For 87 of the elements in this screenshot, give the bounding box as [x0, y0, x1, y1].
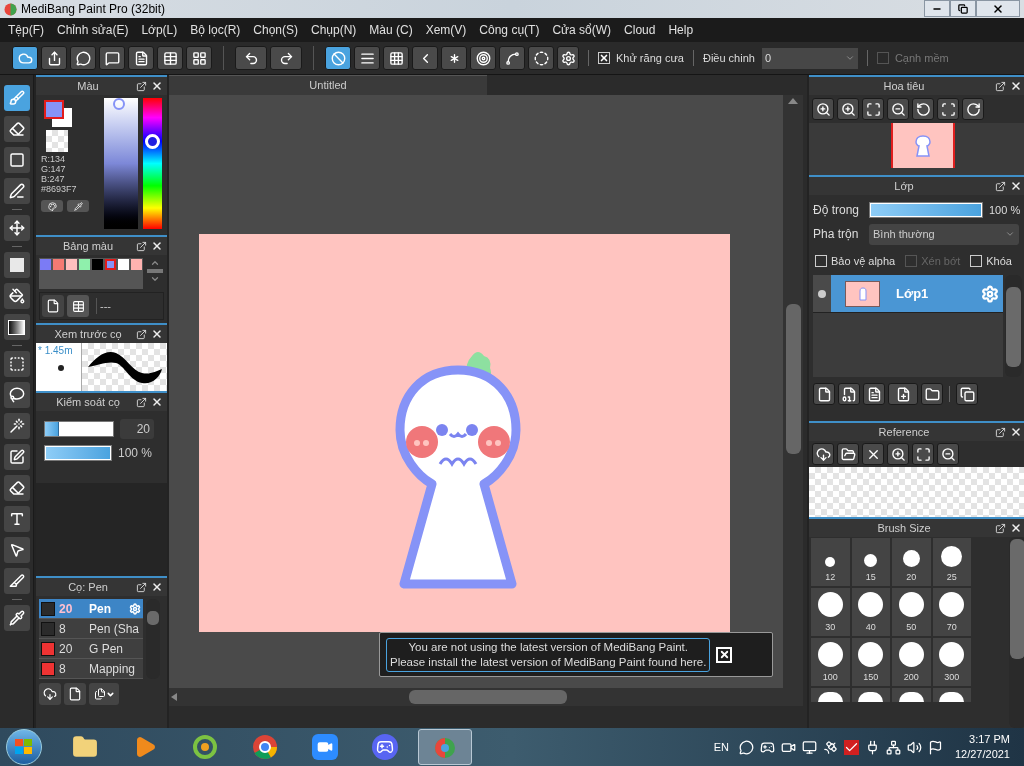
- soft-edge-label: Cạnh mềm: [894, 50, 949, 66]
- clock-date: 12/27/2021: [954, 747, 1010, 762]
- brush-size-label: 8: [59, 620, 67, 638]
- blend-mode-value: Bình thường: [873, 226, 936, 242]
- brush-size-label: 12: [825, 570, 836, 584]
- channel-value: R:134: [41, 154, 67, 164]
- brush-name: Pen: [89, 600, 112, 618]
- brush-size-label: 40: [865, 620, 876, 634]
- menu-item[interactable]: Tệp(F): [8, 21, 44, 39]
- menu-item[interactable]: Help: [668, 21, 694, 39]
- channel-value: B:247: [41, 174, 66, 184]
- correction-value: 0: [764, 50, 773, 66]
- notice-message[interactable]: You are not using the latest version of MediBang Paint. Please install the latest version of MediBang Paint found here.: [386, 637, 711, 672]
- brush-name: Pen (Sha: [89, 620, 141, 638]
- menu-item[interactable]: Chỉnh sửa(E): [57, 21, 129, 39]
- menu-item[interactable]: Cloud: [624, 21, 656, 39]
- brush-list-item[interactable]: 20 G Pen: [39, 639, 143, 659]
- panel-title: Brush Size: [876, 522, 932, 534]
- brush-list-item[interactable]: 8 Pen (Sha: [39, 619, 143, 639]
- brush-size-cell[interactable]: 40: [851, 588, 890, 636]
- brush-size-cell[interactable]: 70: [932, 588, 971, 636]
- menu-item[interactable]: Xem(V): [425, 21, 467, 39]
- blend-mode-dropdown[interactable]: Bình thường: [869, 223, 1019, 245]
- menu-item[interactable]: Lớp(L): [141, 21, 178, 39]
- menu-item[interactable]: Màu (C): [369, 21, 413, 39]
- brush-size-cell[interactable]: 25: [932, 538, 971, 586]
- layer-option-label: Bảo vệ alpha: [831, 253, 896, 269]
- panel-title: Cọ: Pen: [67, 581, 109, 593]
- clock-time: 3:17 PM: [969, 732, 1010, 747]
- menu-item[interactable]: Chụp(N): [311, 21, 357, 39]
- menu-item[interactable]: Bộ lọc(R): [190, 21, 241, 39]
- opacity-label: Độ trong: [813, 202, 861, 219]
- brush-list-item[interactable]: 8 Mapping: [39, 659, 143, 679]
- panel-title: Lớp: [893, 180, 915, 192]
- brush-name: Mapping: [89, 660, 137, 678]
- layer-option-label: Khóa: [986, 253, 1012, 269]
- brush-opacity-value: 100 %: [118, 445, 153, 462]
- channel-value: G:147: [41, 164, 67, 174]
- hex-value: #8693F7: [41, 184, 78, 194]
- correction-field[interactable]: 0: [761, 47, 858, 69]
- brush-size-cell[interactable]: 12: [811, 538, 850, 586]
- clock[interactable]: 3:17 PM 12/27/2021: [954, 732, 1010, 762]
- brush-size-label: 200: [903, 670, 919, 684]
- panel-title: Kiểm soát cọ: [55, 396, 121, 408]
- antialias-label: Khử răng cưa: [616, 50, 684, 66]
- palette-name: ---: [96, 297, 111, 315]
- panel-title: Bảng màu: [61, 240, 115, 252]
- panel-title: Xem trước cọ: [53, 328, 123, 340]
- layer-name: Lớp1: [896, 284, 930, 303]
- brush-size-label: 8: [59, 660, 67, 678]
- brush-size-label: 150: [863, 670, 879, 684]
- brush-size-cell[interactable]: 300: [932, 638, 971, 686]
- brush-size-label: 30: [825, 620, 836, 634]
- panel-title: Reference: [877, 426, 931, 438]
- menu-item[interactable]: Công cụ(T): [479, 21, 540, 39]
- blend-label: Pha trộn: [813, 226, 860, 243]
- brush-size-label: 100: [822, 670, 838, 684]
- brush-size-cell[interactable]: 30: [811, 588, 850, 636]
- brush-size-label: 70: [946, 620, 957, 634]
- correction-label: Điều chinh: [702, 50, 755, 66]
- brush-name: G Pen: [89, 640, 125, 658]
- notice-text: Please install the latest version of MediBang Paint found here.: [390, 654, 707, 670]
- window-title: MediBang Paint Pro (32bit): [21, 3, 166, 15]
- brush-size-cell[interactable]: 15: [851, 538, 890, 586]
- opacity-value: 100 %: [989, 202, 1021, 218]
- document-tab[interactable]: Untitled: [169, 75, 487, 95]
- brush-size-cell[interactable]: 150: [851, 638, 890, 686]
- menu-item[interactable]: Cửa sổ(W): [552, 21, 612, 39]
- language-indicator[interactable]: EN: [713, 738, 729, 756]
- brush-size-label: 50: [906, 620, 917, 634]
- brush-size-cell[interactable]: 100: [811, 638, 850, 686]
- brush-size-cell[interactable]: 20: [892, 538, 931, 586]
- brush-size-cell[interactable]: 50: [892, 588, 931, 636]
- brush-size-label: 20: [59, 640, 74, 658]
- brush-size-label: 15: [865, 570, 876, 584]
- brush-size-label: 20: [906, 570, 917, 584]
- panel-title: Màu: [76, 80, 100, 92]
- brush-list-item[interactable]: 20 Pen: [39, 599, 143, 619]
- brush-size-cell[interactable]: 200: [892, 638, 931, 686]
- menu-item[interactable]: Chọn(S): [253, 21, 298, 39]
- notice-text: You are not using the latest version of MediBang Paint.: [408, 639, 688, 655]
- brush-size-label: 20: [59, 600, 74, 618]
- brush-size-label: 300: [944, 670, 960, 684]
- panel-title: Hoa tiêu: [882, 80, 926, 92]
- brush-size-text: * 1.45m: [38, 344, 74, 358]
- brush-size-label: 25: [946, 570, 957, 584]
- brush-size-value[interactable]: 20: [120, 419, 154, 439]
